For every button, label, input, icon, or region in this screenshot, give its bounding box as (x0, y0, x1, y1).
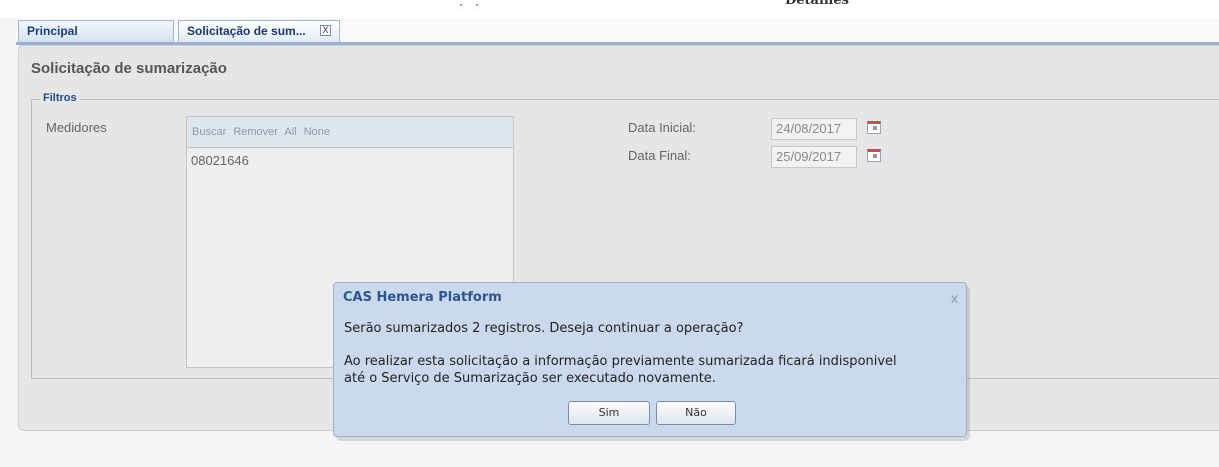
tab-principal[interactable]: Principal (18, 20, 174, 42)
close-icon[interactable]: X (320, 25, 331, 36)
data-inicial-label: Data Inicial: (628, 120, 696, 135)
top-decoration (460, 4, 478, 6)
sim-button[interactable]: Sim (568, 401, 650, 425)
tab-label: Solicitação de sum... (187, 24, 306, 38)
page-title: Solicitação de sumarização (31, 60, 227, 77)
close-icon[interactable]: x (951, 290, 958, 306)
list-item[interactable]: 08021646 (187, 148, 513, 168)
calendar-icon[interactable] (867, 149, 881, 162)
top-strip: Detalhes (0, 0, 1219, 18)
confirm-dialog: CAS Hemera Platform x Serão sumarizados … (333, 282, 967, 437)
list-toolbar: Buscar Remover All None (187, 117, 513, 148)
detalhes-label: Detalhes (785, 0, 849, 8)
tab-label: Principal (27, 24, 78, 38)
dialog-warning-line1: Ao realizar esta solicitação a informaçã… (344, 354, 897, 369)
dialog-warning-line2: até o Serviço de Sumarização ser executa… (344, 371, 716, 386)
dialog-title: CAS Hemera Platform (343, 290, 502, 305)
remover-link[interactable]: Remover (233, 126, 278, 138)
data-final-field[interactable]: 25/09/2017 (771, 146, 857, 168)
all-link[interactable]: All (284, 126, 296, 138)
buscar-link[interactable]: Buscar (192, 126, 226, 138)
filters-legend: Filtros (40, 92, 80, 104)
data-final-label: Data Final: (628, 148, 691, 163)
data-inicial-field[interactable]: 24/08/2017 (771, 118, 857, 140)
medidores-label: Medidores (46, 120, 107, 135)
tab-solicitacao[interactable]: Solicitação de sum... X (178, 20, 340, 42)
nao-button[interactable]: Não (656, 401, 736, 425)
tab-bar: Principal Solicitação de sum... X (16, 18, 1219, 45)
calendar-icon[interactable] (867, 121, 881, 134)
none-link[interactable]: None (304, 126, 330, 138)
dialog-message: Serão sumarizados 2 registros. Deseja co… (344, 321, 744, 336)
